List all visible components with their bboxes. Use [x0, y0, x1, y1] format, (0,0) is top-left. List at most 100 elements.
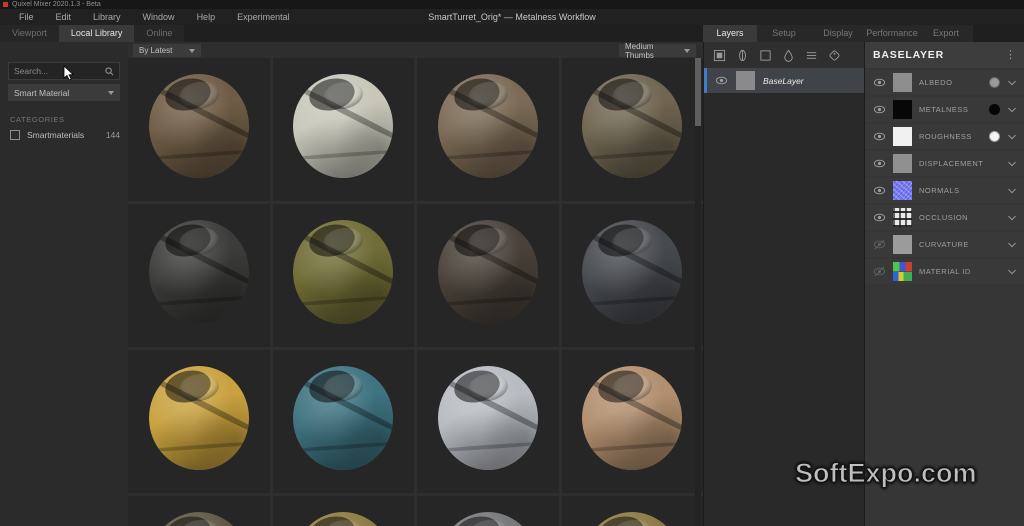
channel-visibility-eye-icon[interactable] [872, 130, 886, 143]
menu-item-library[interactable]: Library [82, 12, 132, 22]
add-atlas-layer-icon[interactable] [735, 48, 749, 62]
tab-viewport[interactable]: Viewport [0, 25, 59, 42]
search-box[interactable] [8, 62, 120, 80]
chevron-down-icon[interactable] [1007, 76, 1017, 89]
material-sphere [148, 366, 249, 470]
add-paint-layer-icon[interactable] [827, 48, 841, 62]
material-type-dropdown[interactable]: Smart Material [8, 84, 120, 101]
layer-visibility-eye-icon[interactable] [714, 74, 728, 87]
grid-scrollbar-thumb[interactable] [695, 58, 701, 126]
layer-row-baselayer[interactable]: BaseLayer [704, 68, 864, 93]
material-thumbnail[interactable] [417, 58, 559, 201]
chevron-down-icon[interactable] [1007, 184, 1017, 197]
menu-item-experimental[interactable]: Experimental [226, 12, 301, 22]
channel-thumbnail [893, 181, 912, 200]
material-thumbnail[interactable] [561, 204, 703, 347]
tab-local-library[interactable]: Local Library [58, 25, 135, 42]
tab-display[interactable]: Display [811, 25, 865, 42]
add-solid-layer-icon[interactable] [758, 48, 772, 62]
tab-export[interactable]: Export [919, 25, 973, 42]
tab-layers[interactable]: Layers [703, 25, 757, 42]
material-sphere [437, 74, 538, 178]
sort-dropdown[interactable]: By Latest [133, 44, 201, 57]
menu-item-edit[interactable]: Edit [45, 12, 83, 22]
material-thumbnail[interactable] [128, 58, 270, 201]
channel-visibility-eye-icon[interactable] [872, 184, 886, 197]
chevron-down-icon[interactable] [1007, 103, 1017, 116]
channel-thumbnail [893, 127, 912, 146]
channel-color-swatch[interactable] [989, 77, 1000, 88]
channel-row-roughness[interactable]: ROUGHNESS [865, 124, 1024, 149]
channels-panel: BASELAYER ⋮ ALBEDO METALNESS ROUGHNESS DISP… [864, 42, 1024, 526]
channel-thumbnail [893, 100, 912, 119]
menu-item-window[interactable]: Window [132, 12, 186, 22]
channel-visibility-eye-icon[interactable] [872, 76, 886, 89]
tab-performance[interactable]: Performance [865, 25, 919, 42]
chevron-down-icon[interactable] [1007, 238, 1017, 251]
chevron-down-icon[interactable] [1007, 157, 1017, 170]
add-adjustment-layer-icon[interactable] [804, 48, 818, 62]
material-sphere [293, 74, 394, 178]
chevron-down-icon[interactable] [1007, 130, 1017, 143]
material-thumbnail[interactable] [561, 350, 703, 493]
material-thumbnail[interactable] [417, 204, 559, 347]
material-sphere [582, 220, 683, 324]
chevron-down-icon[interactable] [1007, 265, 1017, 278]
menu-item-file[interactable]: File [8, 12, 45, 22]
channel-row-material-id[interactable]: MATERIAL ID [865, 259, 1024, 284]
category-checkbox[interactable] [10, 130, 20, 140]
search-icon [105, 66, 114, 75]
channel-visibility-eye-icon[interactable] [872, 157, 886, 170]
material-thumbnail[interactable] [417, 350, 559, 493]
chevron-down-icon [684, 48, 690, 53]
search-input[interactable] [14, 66, 105, 76]
channel-color-swatch[interactable] [989, 104, 1000, 115]
channels-panel-title: BASELAYER [873, 49, 944, 61]
material-thumbnail[interactable] [128, 350, 270, 493]
channel-visibility-eye-icon[interactable] [872, 211, 886, 224]
material-thumbnail[interactable] [561, 496, 703, 526]
material-thumbnail[interactable] [272, 496, 414, 526]
channel-row-curvature[interactable]: CURVATURE [865, 232, 1024, 257]
material-thumbnail[interactable] [272, 58, 414, 201]
material-thumbnail[interactable] [128, 204, 270, 347]
category-item-smartmaterials[interactable]: Smartmaterials 144 [10, 130, 120, 140]
watermark: SoftExpo.com [795, 458, 978, 489]
grid-header: By Latest Medium Thumbs [128, 41, 703, 60]
channel-row-displacement[interactable]: DISPLACEMENT [865, 151, 1024, 176]
channel-label: NORMALS [919, 186, 960, 195]
kebab-menu-icon[interactable]: ⋮ [1005, 49, 1016, 61]
channel-row-albedo[interactable]: ALBEDO [865, 70, 1024, 95]
tab-setup[interactable]: Setup [757, 25, 811, 42]
tab-online[interactable]: Online [134, 25, 185, 42]
channel-visibility-eye-icon[interactable] [872, 238, 886, 251]
channel-label: CURVATURE [919, 240, 969, 249]
grid-scrollbar[interactable] [695, 58, 701, 526]
channel-row-occlusion[interactable]: OCCLUSION [865, 205, 1024, 230]
library-grid-region: By Latest Medium Thumbs [128, 42, 703, 526]
thumb-size-dropdown[interactable]: Medium Thumbs [619, 41, 696, 60]
channel-thumbnail [893, 73, 912, 92]
channel-label: METALNESS [919, 105, 969, 114]
channel-visibility-eye-icon[interactable] [872, 265, 886, 278]
material-sphere [582, 74, 683, 178]
material-thumbnail[interactable] [272, 350, 414, 493]
channel-visibility-eye-icon[interactable] [872, 103, 886, 116]
material-thumbnail[interactable] [272, 204, 414, 347]
channel-row-metalness[interactable]: METALNESS [865, 97, 1024, 122]
channel-label: DISPLACEMENT [919, 159, 984, 168]
add-liquid-layer-icon[interactable] [781, 48, 795, 62]
library-sidebar: Smart Material CATEGORIES Smartmaterials… [0, 42, 128, 526]
material-thumbnail[interactable] [128, 496, 270, 526]
categories-heading: CATEGORIES [10, 115, 65, 124]
material-thumbnail[interactable] [417, 496, 559, 526]
thumb-size-value: Medium Thumbs [625, 41, 654, 60]
material-thumbnail[interactable] [561, 58, 703, 201]
channel-color-swatch[interactable] [989, 131, 1000, 142]
channel-row-normals[interactable]: NORMALS [865, 178, 1024, 203]
menu-item-help[interactable]: Help [186, 12, 227, 22]
app-logo-icon [3, 2, 8, 7]
chevron-down-icon[interactable] [1007, 211, 1017, 224]
add-surface-layer-icon[interactable] [712, 48, 726, 62]
layer-name: BaseLayer [763, 75, 804, 86]
